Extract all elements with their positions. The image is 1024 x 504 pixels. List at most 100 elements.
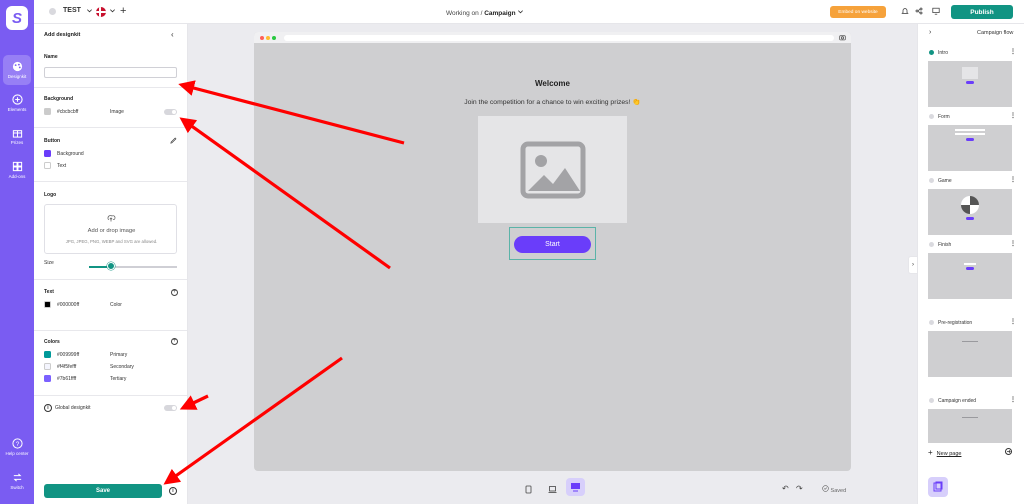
left-rail: S Designkit Elements Prizes Add-ons ? He…	[0, 0, 34, 504]
share-icon[interactable]	[914, 6, 924, 16]
secondary-swatch[interactable]	[44, 363, 51, 370]
flow-page[interactable]: Intro ⋮	[928, 48, 1018, 107]
laptop-icon[interactable]	[548, 485, 557, 494]
more-icon[interactable]: ⋮	[1010, 240, 1016, 247]
start-button[interactable]: Start	[514, 236, 591, 253]
text-label: Text	[44, 289, 54, 295]
add-icon[interactable]: +	[171, 289, 178, 296]
text-color-swatch[interactable]	[44, 301, 51, 308]
rail-label: Designkit	[7, 74, 27, 79]
page-thumbnail[interactable]	[928, 189, 1012, 235]
arrow-right-icon[interactable]	[1005, 448, 1012, 455]
button-bg-swatch[interactable]	[44, 150, 51, 157]
color-hex[interactable]: #f4f5fefff	[57, 364, 76, 370]
add-icon[interactable]: +	[171, 338, 178, 345]
more-icon[interactable]: ⋮	[1010, 318, 1016, 325]
info-icon[interactable]: i	[44, 404, 52, 412]
new-page-button[interactable]: + New page	[928, 448, 961, 457]
rail-prizes[interactable]: Prizes	[3, 121, 31, 151]
primary-swatch[interactable]	[44, 351, 51, 358]
check-circle-icon	[822, 485, 829, 492]
image-placeholder[interactable]	[478, 116, 627, 223]
divider	[34, 181, 187, 182]
save-button[interactable]: Save	[44, 484, 162, 498]
more-icon[interactable]: ⋮	[1010, 48, 1016, 55]
text-color-hex[interactable]: #000000ff	[57, 302, 79, 308]
page-name: Game	[938, 177, 952, 184]
tablet-icon[interactable]	[524, 485, 533, 494]
window-dot	[272, 35, 276, 40]
panel-title: Add designkit	[44, 32, 81, 38]
bell-icon[interactable]	[900, 6, 910, 16]
page-thumbnail[interactable]	[928, 61, 1012, 107]
tertiary-swatch[interactable]	[44, 375, 51, 382]
flow-page[interactable]: Finish ⋮	[928, 240, 1018, 299]
flow-page[interactable]: Form ⋮	[928, 112, 1018, 171]
collapse-right-panel[interactable]: ›	[908, 256, 917, 274]
flow-page[interactable]: Pre-registration ⋮	[928, 318, 1018, 377]
undo-icon[interactable]: ↶	[782, 484, 789, 493]
status-dot	[929, 50, 934, 55]
page-name: Finish	[938, 241, 952, 248]
background-hex[interactable]: #cbcbcbff	[57, 109, 78, 115]
info-icon[interactable]: i	[169, 487, 177, 495]
size-slider-track[interactable]	[89, 266, 177, 268]
rail-addons[interactable]: Add-ons	[3, 155, 31, 185]
image-icon	[520, 141, 585, 198]
page-thumbnail[interactable]	[928, 331, 1012, 377]
rail-elements[interactable]: Elements	[3, 88, 31, 118]
welcome-title[interactable]: Welcome	[254, 79, 851, 88]
button-text-label: Text	[57, 163, 67, 169]
add-icon[interactable]: +	[120, 5, 126, 17]
chevron-left-icon[interactable]: ‹	[171, 30, 174, 39]
page-thumbnail[interactable]	[928, 409, 1012, 443]
svg-text:?: ?	[15, 441, 19, 448]
name-input[interactable]	[44, 67, 177, 78]
flow-page[interactable]: Game ⋮	[928, 176, 1018, 235]
more-icon[interactable]: ⋮	[1010, 396, 1016, 403]
working-on[interactable]: Working on / Campaign	[446, 8, 524, 17]
background-swatch[interactable]	[44, 108, 51, 115]
logo-dropzone[interactable]: Add or drop image JPG, JPEG, PNG, WEBP a…	[44, 204, 177, 254]
rail-help[interactable]: ? Help center	[3, 432, 31, 462]
more-icon[interactable]: ⋮	[1010, 176, 1016, 183]
monitor-icon[interactable]	[931, 6, 941, 16]
chevron-right-icon[interactable]: ›	[929, 29, 931, 36]
plus-circle-icon	[11, 94, 23, 105]
app-logo[interactable]: S	[6, 6, 28, 30]
copy-icon	[933, 481, 943, 492]
more-icon[interactable]: ⋮	[1010, 112, 1016, 119]
flow-page[interactable]: Campaign ended ⋮	[928, 396, 1018, 443]
redo-icon[interactable]: ↷	[796, 484, 803, 493]
page-thumbnail[interactable]	[928, 253, 1012, 299]
divider	[34, 127, 187, 128]
camera-icon[interactable]	[839, 34, 846, 41]
chevron-down-icon[interactable]	[86, 7, 93, 16]
designkit-panel: Add designkit ‹ Name Background #cbcbcbf…	[34, 24, 188, 504]
rail-designkit[interactable]: Designkit	[3, 55, 31, 85]
window-dot	[266, 35, 270, 40]
publish-button[interactable]: Publish	[951, 5, 1013, 19]
image-toggle[interactable]	[164, 109, 177, 115]
flag-icon[interactable]	[96, 7, 106, 17]
dropzone-formats: JPG, JPEG, PNG, WEBP and SVG are allowed…	[65, 239, 158, 244]
size-slider-handle[interactable]	[107, 262, 115, 270]
rail-switch[interactable]: Switch	[3, 466, 31, 496]
desktop-view-button[interactable]	[566, 478, 585, 496]
canvas-area: Welcome Join the competition for a chanc…	[188, 24, 917, 504]
rail-label: Help center	[5, 451, 29, 456]
pages-button[interactable]	[928, 477, 948, 497]
embed-button[interactable]: Embed on website	[830, 6, 886, 18]
divider	[34, 395, 187, 396]
pencil-icon[interactable]	[170, 137, 177, 146]
button-text-swatch[interactable]	[44, 162, 51, 169]
page-thumbnail[interactable]	[928, 125, 1012, 171]
project-name[interactable]: TEST	[63, 7, 81, 14]
divider	[34, 87, 187, 88]
global-designkit-toggle[interactable]	[164, 405, 177, 411]
color-hex[interactable]: #009999ff	[57, 352, 79, 358]
color-hex[interactable]: #7b61ffff	[57, 376, 76, 382]
chevron-down-icon[interactable]	[109, 7, 116, 16]
button-bg-label: Background	[57, 151, 84, 157]
welcome-subtitle[interactable]: Join the competition for a chance to win…	[254, 98, 851, 106]
